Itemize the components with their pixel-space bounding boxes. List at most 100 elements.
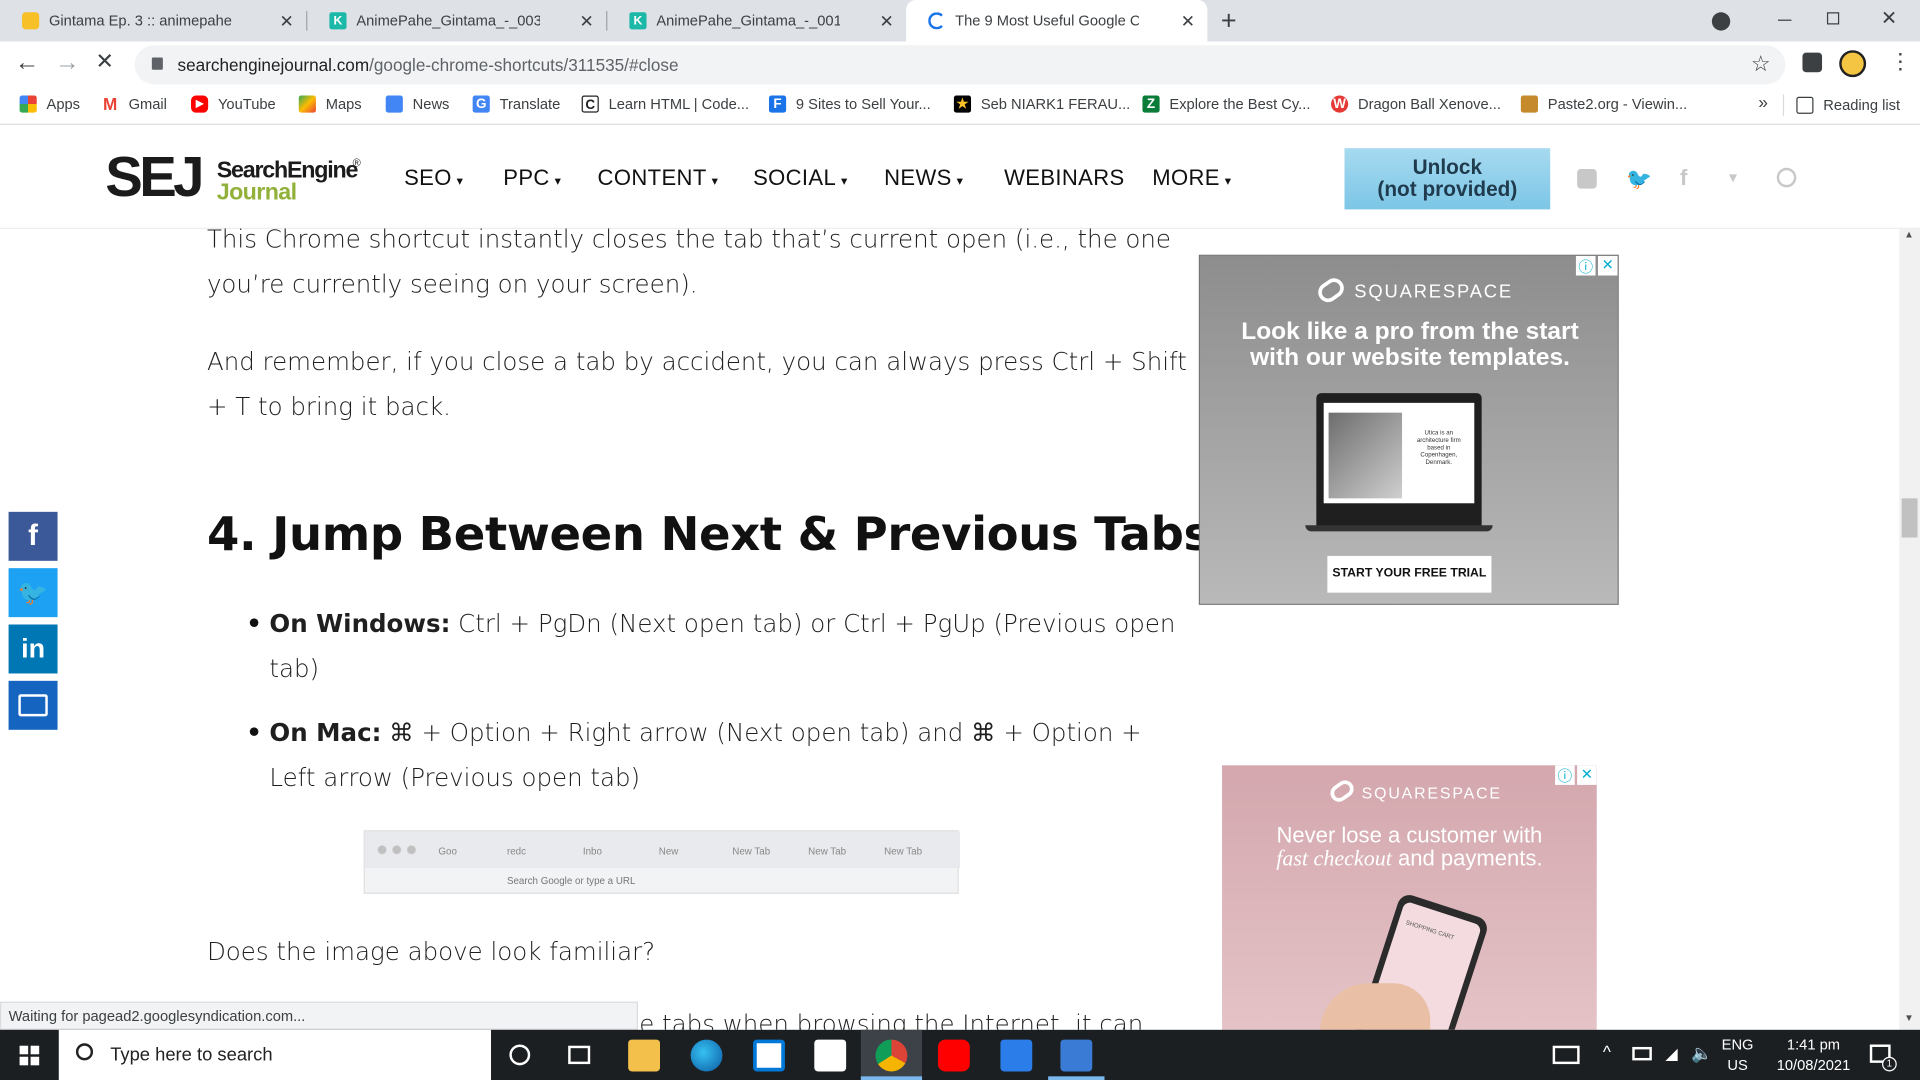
task-view-icon[interactable] [568,1045,591,1065]
share-email-button[interactable] [8,680,58,730]
bookmarks-overflow-button[interactable]: » [1758,92,1768,112]
bookmark-translate[interactable]: G Translate [472,95,560,113]
wifi-icon[interactable]: ◢ [1665,1044,1677,1064]
clock[interactable]: 1:41 pm 10/08/2021 [1766,1035,1862,1077]
scrollbar-thumb[interactable] [1901,498,1918,538]
bookmark-9-sites[interactable]: F 9 Sites to Sell Your... [768,95,931,113]
bookmark-star-icon[interactable]: ☆ [1751,51,1771,77]
tab-chrome-shortcuts-active[interactable]: The 9 Most Useful Google Chron ✕ [906,0,1208,42]
close-icon[interactable]: ✕ [580,10,594,31]
nav-more[interactable]: MORE ▾ [1152,165,1231,191]
ad-squarespace-1[interactable]: ⓘ ✕ SQUARESPACE Look like a pro from the… [1198,254,1619,605]
ad-close-icon[interactable]: ✕ [1577,765,1597,785]
scroll-down-arrow[interactable]: ▼ [1904,1013,1914,1024]
news-feed-icon[interactable] [1552,1045,1580,1065]
social-dropdown-icon[interactable]: ▾ [1729,168,1737,188]
pikachu-favicon-icon [22,12,40,30]
forward-icon[interactable]: → [55,49,79,77]
nav-content[interactable]: CONTENT ▾ [598,165,719,191]
share-twitter-button[interactable]: 🐦 [8,568,58,618]
nav-webinars[interactable]: WEBINARS [1004,165,1125,191]
file-explorer-icon[interactable] [628,1039,661,1072]
bookmark-explore-best[interactable]: Z Explore the Best Cy... [1142,95,1310,113]
paragraph-line: And remember, if you close a tab by acci… [206,346,1187,376]
search-icon[interactable] [1776,167,1797,188]
nav-social[interactable]: SOCIAL ▾ [753,165,847,191]
bookmark-gmail[interactable]: M Gmail [101,95,167,113]
chrome-taskbar-button-active[interactable] [860,1029,923,1080]
restore-icon[interactable] [1826,12,1840,25]
apps-grid-icon [19,95,37,113]
sej-logo[interactable]: SEJ SearchEngine ® Journal [105,144,368,215]
tab-search-icon[interactable] [1711,12,1731,31]
bookmark-news[interactable]: News [385,95,449,113]
tab-animepahe-003[interactable]: K AnimePahe_Gintama_-_003_BD_7 ✕ [307,0,606,42]
figure-tab: New Tab [884,846,923,858]
ad-info-icon[interactable]: ⓘ [1555,765,1575,785]
figure-tab: New [658,846,679,858]
figure-tab: New Tab [732,846,771,858]
bookmark-seb-niark1[interactable]: ★ Seb NIARK1 FERAU... [953,95,1130,113]
profile-avatar[interactable] [1839,50,1867,78]
menu-kebab-icon[interactable]: ⋮ [1889,49,1911,75]
new-tab-button[interactable]: + [1221,5,1237,37]
unlock-not-provided-promo[interactable]: Unlock (not provided) [1344,148,1551,210]
scroll-up-arrow[interactable]: ▲ [1904,229,1914,240]
url-text: searchenginejournal.com/google-chrome-sh… [178,55,679,75]
bookmark-paste2[interactable]: Paste2.org - Viewin... [1520,95,1687,113]
twitter-social-icon[interactable]: 🐦 [1626,168,1652,192]
wps-writer-icon[interactable] [1000,1039,1033,1072]
show-hidden-icons-chevron-icon[interactable]: ^ [1603,1042,1611,1062]
facebook-social-icon[interactable]: f [1680,165,1687,191]
taskbar-search-box[interactable]: Type here to search [58,1029,492,1080]
page-scrollbar[interactable]: ▲ ▼ [1899,228,1920,1030]
reading-list-icon [1796,96,1814,114]
nav-ppc[interactable]: PPC ▾ [503,165,561,191]
building-photo [1328,412,1403,499]
k-favicon-icon: K [329,12,347,30]
mail-icon[interactable] [814,1039,847,1072]
display-settings-icon [1060,1039,1093,1072]
share-linkedin-button[interactable]: in [8,624,58,674]
microsoft-store-icon[interactable] [753,1039,785,1072]
ad-headline: Look like a pro from the start with our w… [1200,319,1618,371]
ad-cta-button[interactable]: START YOUR FREE TRIAL [1327,555,1492,593]
bookmark-dragon-ball[interactable]: W Dragon Ball Xenove... [1331,95,1501,113]
minimize-icon[interactable] [1777,19,1792,21]
ad-info-icon[interactable]: ⓘ [1575,255,1596,276]
ad-headline: Never lose a customer with fast checkout… [1222,823,1597,871]
ad-brand: SQUARESPACE [1354,281,1513,303]
back-icon[interactable]: ← [15,49,39,77]
youtube-app-icon[interactable] [937,1039,970,1072]
cortana-icon[interactable] [509,1044,531,1066]
close-icon[interactable]: ✕ [880,10,894,31]
stop-loading-icon[interactable]: ✕ [96,49,114,75]
extensions-icon[interactable] [1802,52,1823,73]
bookmark-maps[interactable]: Maps [298,95,362,113]
nav-seo[interactable]: SEO ▾ [404,165,463,191]
volume-icon[interactable]: 🔈 [1691,1043,1712,1064]
display-settings-taskbar-button[interactable] [1048,1030,1105,1080]
close-window-icon[interactable]: ✕ [1881,6,1897,30]
share-facebook-button[interactable]: f [8,511,58,561]
tab-gintama-ep3[interactable]: Gintama Ep. 3 :: animepahe ✕ [0,0,306,42]
figure-tab: Goo [438,846,457,858]
edge-browser-icon[interactable] [690,1039,723,1072]
bookmark-learn-html[interactable]: C Learn HTML | Code... [581,95,749,113]
bookmark-youtube[interactable]: ▶ YouTube [191,95,276,113]
z-icon: Z [1142,95,1160,113]
youtube-social-icon[interactable] [1577,168,1597,189]
close-icon[interactable]: ✕ [280,10,294,31]
input-language-indicator[interactable]: ENG US [1722,1035,1754,1077]
battery-icon[interactable] [1632,1046,1652,1061]
reading-list-button[interactable]: Reading list [1782,94,1900,117]
ad-close-icon[interactable]: ✕ [1597,255,1618,276]
batman-icon: ★ [953,95,972,113]
close-icon[interactable]: ✕ [1181,10,1195,31]
ad-squarespace-2[interactable]: ⓘ ✕ SQUARESPACE Never lose a customer wi… [1222,765,1597,1030]
tab-animepahe-001[interactable]: K AnimePahe_Gintama_-_001-002_ ✕ [607,0,906,42]
nav-news[interactable]: NEWS ▾ [884,165,963,191]
bookmark-apps[interactable]: Apps [19,95,80,113]
windows-start-icon[interactable] [19,1045,40,1066]
address-bar[interactable]: searchenginejournal.com/google-chrome-sh… [134,45,1786,85]
